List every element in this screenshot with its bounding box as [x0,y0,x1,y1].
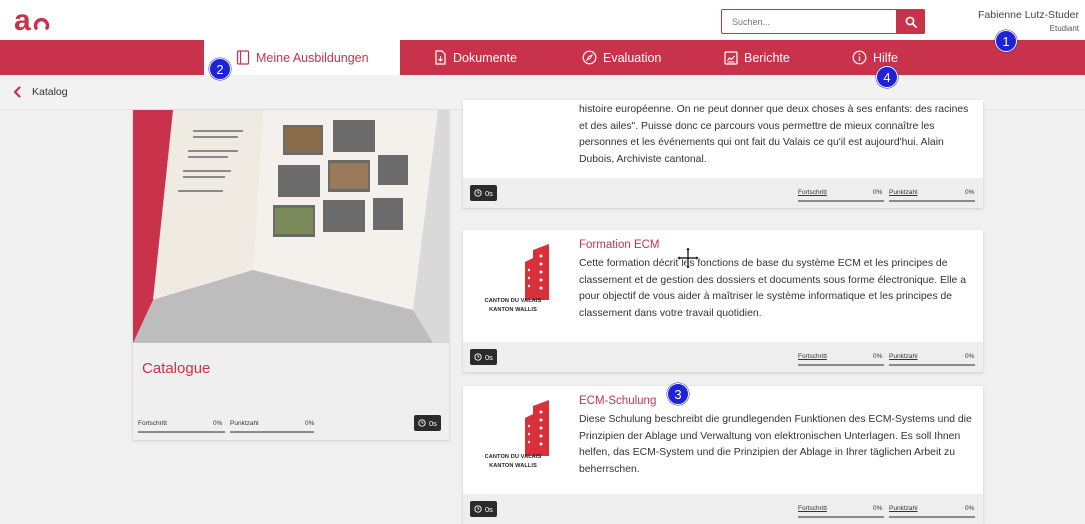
breadcrumb[interactable]: Katalog [12,86,68,98]
score-value: 0% [965,505,975,512]
time-value: 0s [485,188,493,198]
nav-item-berichte[interactable]: Berichte [724,40,790,75]
score-label: Punktzahl [889,505,918,512]
nav-label-evaluation: Evaluation [603,50,662,65]
nav-label-meine-ausbildungen: Meine Ausbildungen [256,50,369,65]
clock-icon [474,189,482,197]
catalogue-image [133,110,449,343]
document-icon [435,50,446,65]
logo-text-line2: KANTON WALLIS [489,307,537,313]
search-button[interactable] [896,9,925,34]
course-description: histoire européenne. On ne peut donner q… [579,104,969,165]
logo-text-line2: KANTON WALLIS [489,463,537,469]
clock-icon [474,505,482,513]
score-label: Punktzahl [889,189,918,196]
canton-valais-logo: CANTON DU VALAIS KANTON WALLIS [463,240,563,340]
clock-icon [418,419,426,427]
progress-label: Fortschritt [798,505,827,512]
score-label: Punktzahl [230,420,259,427]
marker-2: 2 [209,58,231,80]
course-description: Diese Schulung beschreibt die grundlegen… [579,414,972,475]
progress-value: 0% [873,189,883,196]
course-title[interactable]: ECM-Schulung [579,395,656,407]
score-bar [889,516,975,518]
score-label: Punktzahl [889,353,918,360]
book-icon [236,50,250,65]
logo-text-line1: CANTON DU VALAIS [484,454,542,460]
time-badge: 0s [470,501,497,517]
time-badge: 0s [470,185,497,201]
course-card-3[interactable]: CANTON DU VALAIS KANTON WALLIS ECM-Schul… [463,386,983,524]
app-logo[interactable]: a [12,4,52,36]
score-value: 0% [965,353,975,360]
progress-label: Fortschritt [138,420,167,427]
score-value: 0% [965,189,975,196]
nav-label-berichte: Berichte [744,50,790,65]
nav-item-meine-ausbildungen[interactable]: Meine Ausbildungen [204,40,400,75]
info-icon [852,50,867,65]
course-card-2[interactable]: CANTON DU VALAIS KANTON WALLIS Formation… [463,230,983,372]
main-content: Catalogue Fortschritt 0% Punktzahl 0% 0s… [0,100,1085,524]
main-nav: Meine Ausbildungen Dokumente Evaluation … [0,40,1085,75]
search-box [721,9,925,34]
score-bar [889,364,975,366]
marker-1: 1 [995,30,1017,52]
score-bar [889,200,975,202]
time-badge: 0s [470,349,497,365]
nav-label-hilfe: Hilfe [873,50,899,65]
course-title[interactable]: Formation ECM [579,239,660,251]
time-badge: 0s [414,415,441,431]
progress-value: 0% [873,353,883,360]
course-footer: 0s Fortschritt 0% Punktzahl 0% [463,494,983,524]
time-value: 0s [485,504,493,514]
chevron-left-icon[interactable] [12,86,22,98]
svg-text:a: a [14,4,31,36]
progress-bar [798,200,884,202]
progress-label: Fortschritt [798,189,827,196]
catalogue-title[interactable]: Catalogue [142,360,210,377]
top-bar: a Fabienne Lutz-Studer Etudiant [0,0,1085,40]
compass-icon [582,50,597,65]
course-card-1[interactable]: histoire européenne. On ne peut donner q… [463,100,983,208]
course-description: Cette formation décrit les fonctions de … [579,258,966,319]
search-input[interactable] [722,10,896,33]
nav-label-dokumente: Dokumente [453,50,517,65]
logo-text-line1: CANTON DU VALAIS [484,298,542,304]
breadcrumb-label[interactable]: Katalog [32,86,68,98]
marker-3: 3 [667,383,689,405]
nav-item-evaluation[interactable]: Evaluation [582,40,661,75]
score-bar [230,431,314,433]
progress-value: 0% [213,420,223,427]
time-value: 0s [429,418,437,428]
canton-valais-logo: CANTON DU VALAIS KANTON WALLIS [463,396,563,496]
clock-icon [474,353,482,361]
progress-value: 0% [873,505,883,512]
nav-item-dokumente[interactable]: Dokumente [434,40,517,75]
catalogue-card[interactable]: Catalogue Fortschritt 0% Punktzahl 0% 0s [133,110,449,440]
search-icon [905,16,917,28]
user-name[interactable]: Fabienne Lutz-Studer [978,9,1079,21]
marker-4: 4 [876,66,898,88]
move-cursor-icon [676,246,700,270]
course-footer: 0s Fortschritt 0% Punktzahl 0% [463,342,983,372]
progress-bar [138,431,225,433]
progress-bar [798,364,884,366]
user-role: Etudiant [1049,24,1079,33]
score-value: 0% [305,420,315,427]
course-footer: 0s Fortschritt 0% Punktzahl 0% [463,178,983,208]
catalogue-footer: Fortschritt 0% Punktzahl 0% 0s [133,410,449,440]
time-value: 0s [485,352,493,362]
progress-bar [798,516,884,518]
progress-label: Fortschritt [798,353,827,360]
report-icon [724,50,738,65]
